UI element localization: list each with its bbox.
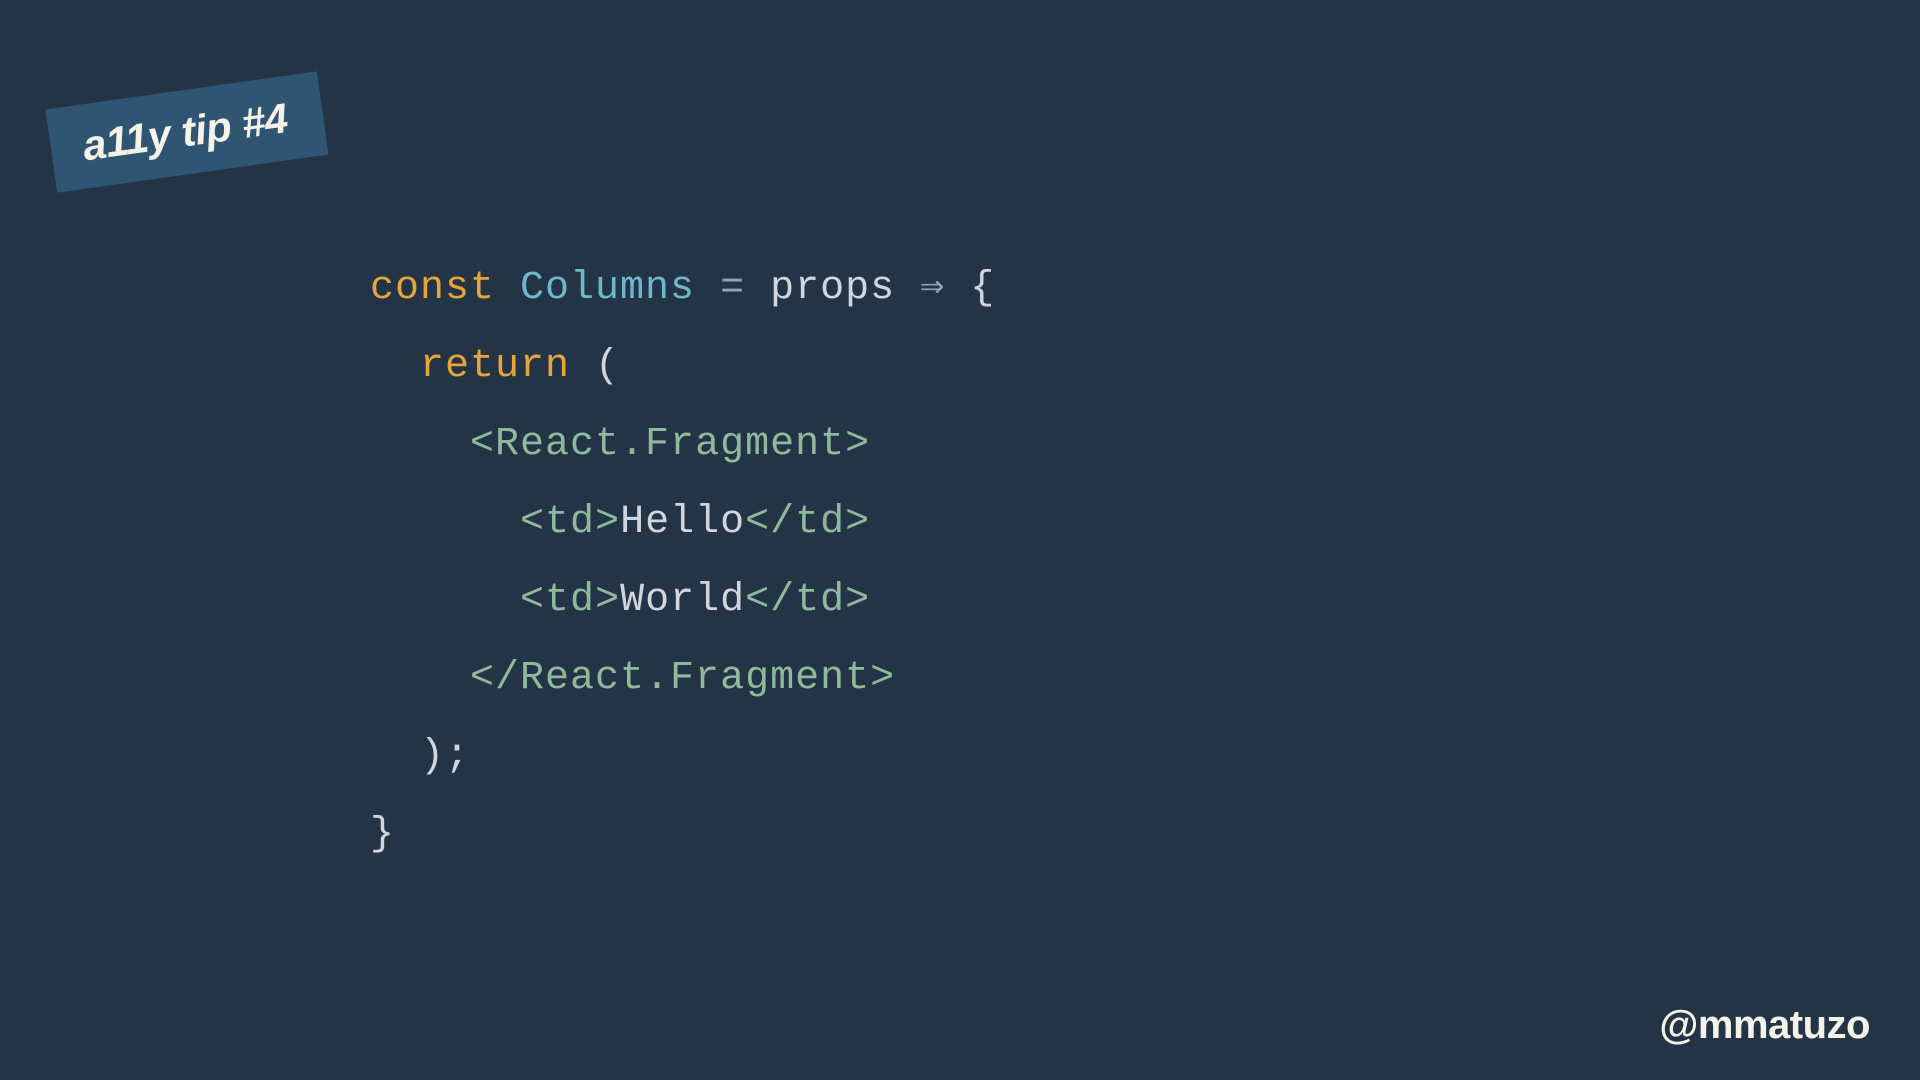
token-indent bbox=[370, 500, 520, 545]
token-tag-bracket: > bbox=[845, 422, 870, 467]
token-indent bbox=[370, 656, 470, 701]
token-tag-bracket: </ bbox=[745, 500, 795, 545]
code-line: <td>World</td> bbox=[370, 578, 870, 623]
token-punct: ( bbox=[595, 344, 620, 389]
token-tag-bracket: < bbox=[470, 422, 495, 467]
token-text: Hello bbox=[620, 500, 745, 545]
token-tag-bracket: > bbox=[845, 578, 870, 623]
token-indent bbox=[370, 578, 520, 623]
token-tag-bracket: > bbox=[595, 578, 620, 623]
code-line: </React.Fragment> bbox=[370, 656, 895, 701]
token-tag-name: React.Fragment bbox=[520, 656, 870, 701]
token-punct: ); bbox=[420, 734, 470, 779]
token-tag-name: td bbox=[795, 500, 845, 545]
token-keyword: return bbox=[420, 344, 595, 389]
code-block: const Columns = props ⇒ { return ( <Reac… bbox=[370, 250, 995, 874]
slide-badge-label: a11y tip #4 bbox=[80, 94, 291, 169]
token-punct: { bbox=[970, 266, 995, 311]
token-arrow: ⇒ bbox=[920, 266, 970, 311]
token-indent bbox=[370, 344, 420, 389]
token-tag-name: td bbox=[545, 578, 595, 623]
token-tag-bracket: > bbox=[845, 500, 870, 545]
token-text: World bbox=[620, 578, 745, 623]
token-tag-name: td bbox=[545, 500, 595, 545]
slide-badge: a11y tip #4 bbox=[45, 71, 328, 192]
code-line: } bbox=[370, 812, 395, 857]
code-line: return ( bbox=[370, 344, 620, 389]
code-line: ); bbox=[370, 734, 470, 779]
code-line: <td>Hello</td> bbox=[370, 500, 870, 545]
token-plain: props bbox=[770, 266, 920, 311]
token-punct: } bbox=[370, 812, 395, 857]
token-tag-bracket: < bbox=[520, 578, 545, 623]
author-handle: @mmatuzo bbox=[1659, 1003, 1870, 1048]
token-identifier: Columns bbox=[520, 266, 720, 311]
token-indent bbox=[370, 422, 470, 467]
token-tag-name: td bbox=[795, 578, 845, 623]
author-handle-text: @mmatuzo bbox=[1659, 1003, 1870, 1047]
token-tag-bracket: > bbox=[595, 500, 620, 545]
token-tag-bracket: < bbox=[520, 500, 545, 545]
token-operator: = bbox=[720, 266, 770, 311]
token-tag-bracket: </ bbox=[745, 578, 795, 623]
token-keyword: const bbox=[370, 266, 520, 311]
token-indent bbox=[370, 734, 420, 779]
code-line: <React.Fragment> bbox=[370, 422, 870, 467]
code-line: const Columns = props ⇒ { bbox=[370, 266, 995, 311]
token-tag-bracket: </ bbox=[470, 656, 520, 701]
token-tag-bracket: > bbox=[870, 656, 895, 701]
token-tag-name: React.Fragment bbox=[495, 422, 845, 467]
